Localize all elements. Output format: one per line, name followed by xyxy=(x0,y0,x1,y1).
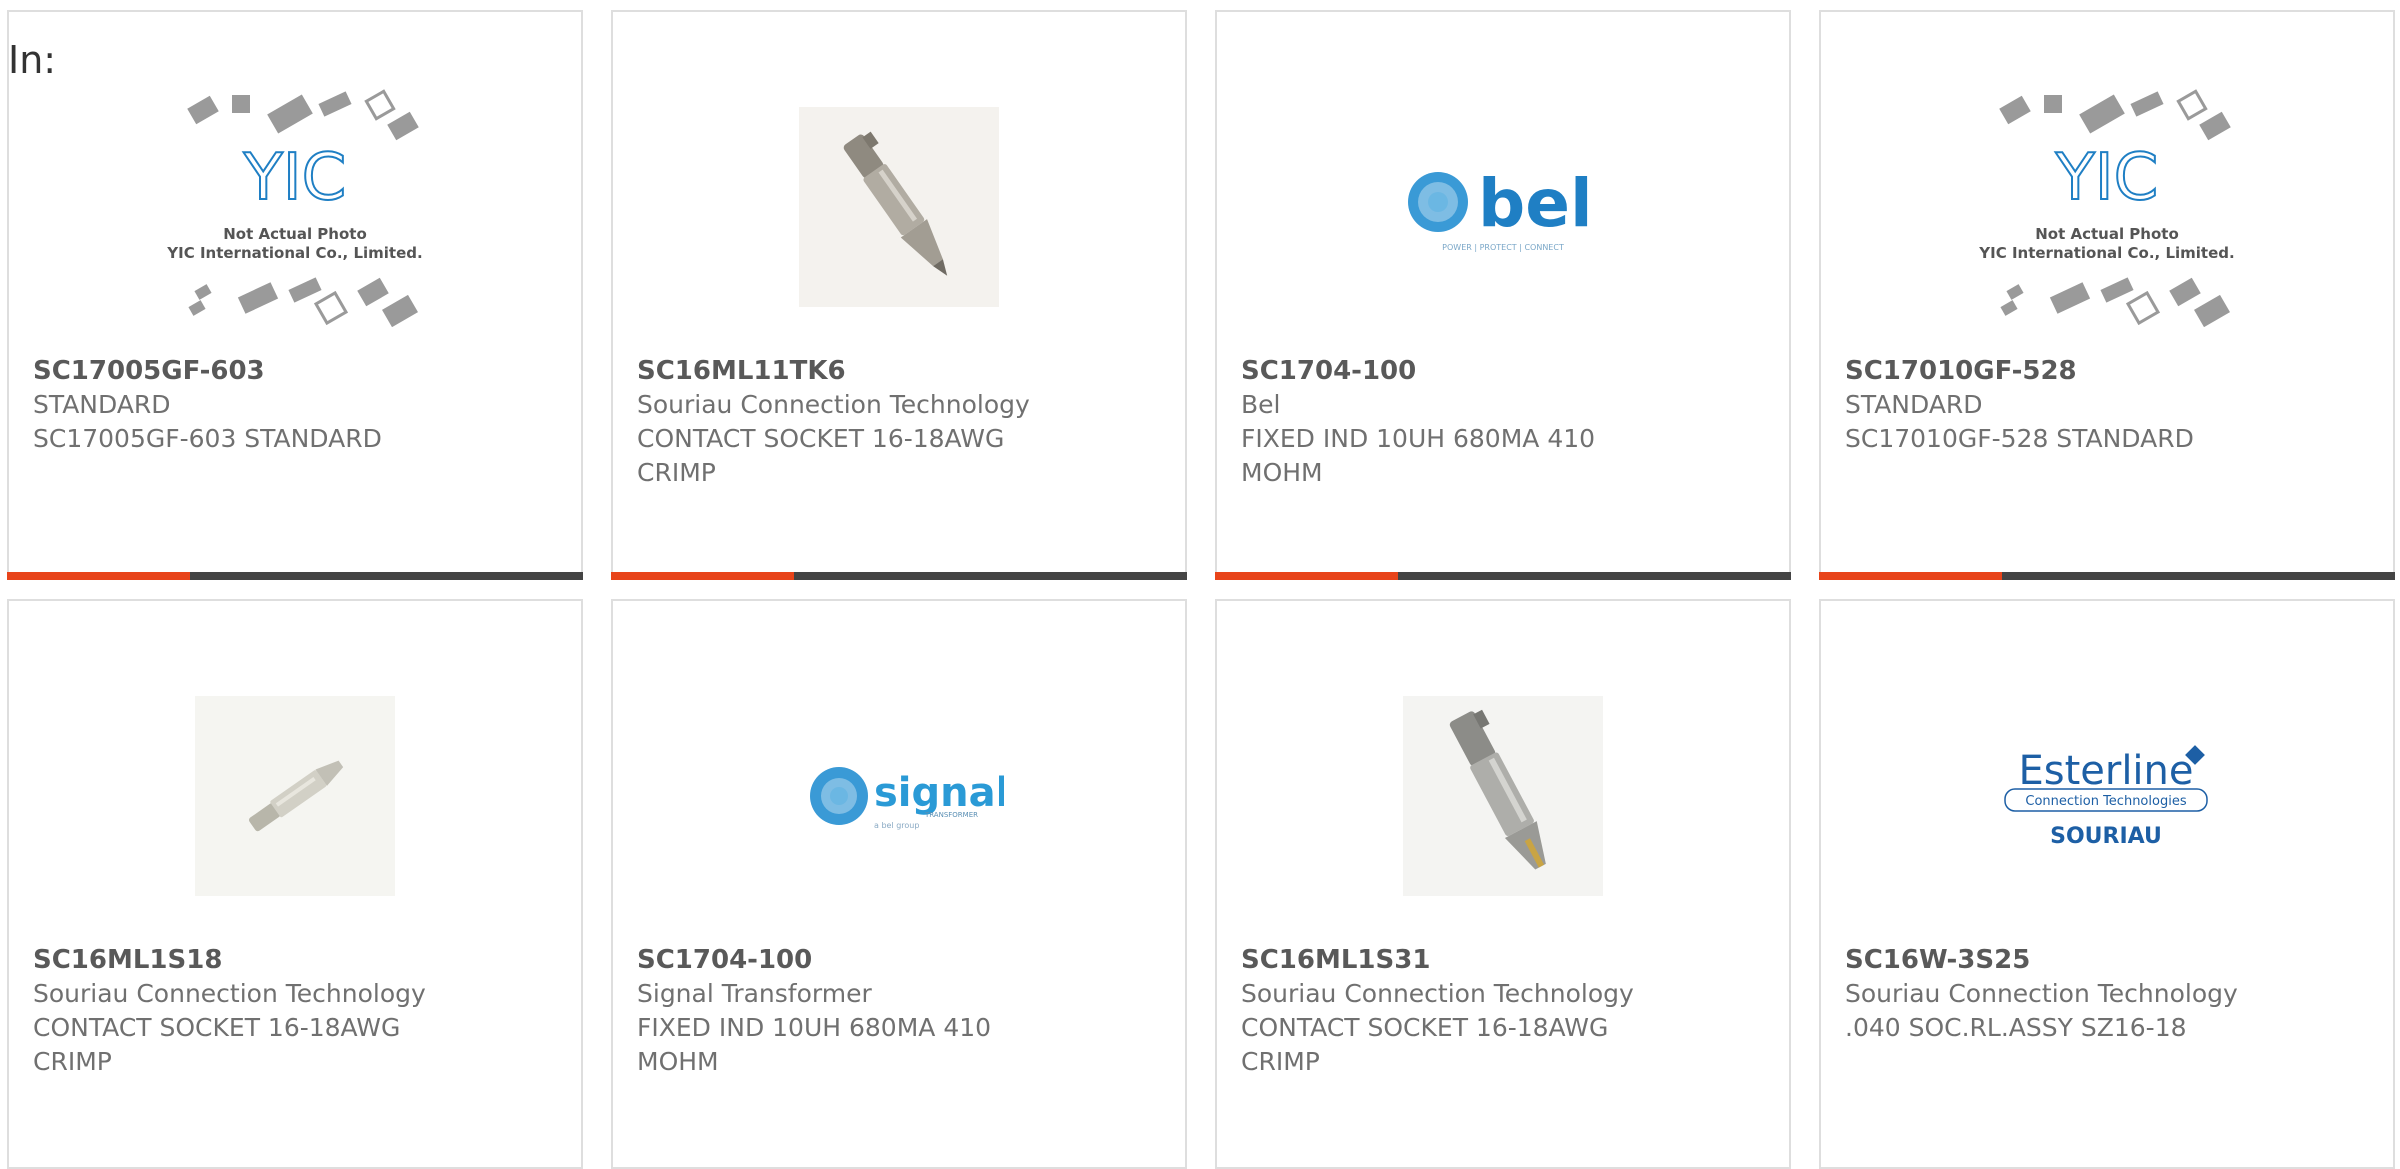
manufacturer: Souriau Connection Technology xyxy=(33,979,426,1008)
svg-text:YIC: YIC xyxy=(2055,141,2159,215)
part-number[interactable]: SC1704-100 xyxy=(637,943,1161,977)
description: SC17010GF-528 STANDARD xyxy=(1845,424,2194,453)
product-image[interactable] xyxy=(1217,661,1789,931)
description: CONTACT SOCKET 16-18AWG CRIMP xyxy=(1241,1013,1609,1076)
card-bottom-bar xyxy=(1215,572,1791,580)
product-card[interactable]: SC16ML11TK6 Souriau Connection Technolog… xyxy=(611,10,1187,580)
svg-text:bel: bel xyxy=(1478,165,1593,242)
card-bottom-bar xyxy=(1819,572,2395,580)
manufacturer: Souriau Connection Technology xyxy=(1241,979,1634,1008)
description: .040 SOC.RL.ASSY SZ16-18 xyxy=(1845,1013,2187,1042)
description: FIXED IND 10UH 680MA 410 MOHM xyxy=(1241,424,1596,487)
part-number[interactable]: SC16W-3S25 xyxy=(1845,943,2369,977)
bel-logo: bel POWER | PROTECT | CONNECT xyxy=(1408,165,1593,252)
svg-text:a bel group: a bel group xyxy=(874,821,919,830)
manufacturer: Bel xyxy=(1241,390,1281,419)
product-card[interactable]: YIC Not Actual Photo YIC International C… xyxy=(1819,10,2395,580)
crimp-contact-photo xyxy=(799,107,999,307)
svg-text:Not Actual Photo: Not Actual Photo xyxy=(223,225,367,243)
product-card[interactable]: Esterline Connection Technologies SOURIA… xyxy=(1819,599,2395,1169)
product-image[interactable]: Esterline Connection Technologies SOURIA… xyxy=(1821,661,2393,931)
svg-text:SOURIAU: SOURIAU xyxy=(2050,824,2162,849)
product-image[interactable]: YIC Not Actual Photo YIC International C… xyxy=(9,72,581,342)
product-image[interactable]: YIC Not Actual Photo YIC International C… xyxy=(1821,72,2393,342)
svg-text:Not Actual Photo: Not Actual Photo xyxy=(2035,225,2179,243)
esterline-logo: Esterline Connection Technologies SOURIA… xyxy=(2004,745,2208,849)
svg-text:YIC International Co., Limited: YIC International Co., Limited. xyxy=(1978,244,2234,262)
svg-text:YIC International Co., Limited: YIC International Co., Limited. xyxy=(166,244,422,262)
product-card[interactable]: SC16ML1S18 Souriau Connection Technology… xyxy=(7,599,583,1169)
svg-text:Connection Technologies: Connection Technologies xyxy=(2025,794,2186,809)
product-card[interactable]: bel POWER | PROTECT | CONNECT SC1704-100… xyxy=(1215,10,1791,580)
small-contact-photo xyxy=(195,696,395,896)
card-bottom-bar xyxy=(611,572,1187,580)
manufacturer: Souriau Connection Technology xyxy=(637,390,1030,419)
svg-text:TRANSFORMER: TRANSFORMER xyxy=(924,811,978,819)
part-number[interactable]: SC16ML1S18 xyxy=(33,943,557,977)
manufacturer: STANDARD xyxy=(1845,390,1983,419)
part-number[interactable]: SC17005GF-603 xyxy=(33,354,557,388)
svg-text:YIC: YIC xyxy=(243,141,347,215)
product-card[interactable]: YIC Not Actual Photo YIC International C… xyxy=(7,10,583,580)
product-card[interactable]: SC16ML1S31 Souriau Connection Technology… xyxy=(1215,599,1791,1169)
signal-logo: signal TRANSFORMER a bel group xyxy=(810,767,1004,830)
yic-placeholder-image: YIC Not Actual Photo YIC International C… xyxy=(1978,89,2235,327)
svg-text:signal: signal xyxy=(874,770,1004,816)
manufacturer: Souriau Connection Technology xyxy=(1845,979,2238,1008)
description: FIXED IND 10UH 680MA 410 MOHM xyxy=(637,1013,992,1076)
product-card[interactable]: signal TRANSFORMER a bel group SC1704-10… xyxy=(611,599,1187,1169)
card-bottom-bar xyxy=(7,572,583,580)
product-image[interactable] xyxy=(9,661,581,931)
product-image[interactable] xyxy=(613,72,1185,342)
description: SC17005GF-603 STANDARD xyxy=(33,424,382,453)
product-image[interactable]: signal TRANSFORMER a bel group xyxy=(613,661,1185,931)
svg-text:POWER | PROTECT | CONNECT: POWER | PROTECT | CONNECT xyxy=(1442,243,1564,252)
part-number[interactable]: SC1704-100 xyxy=(1241,354,1765,388)
product-image[interactable]: bel POWER | PROTECT | CONNECT xyxy=(1217,72,1789,342)
svg-text:Esterline: Esterline xyxy=(2018,748,2193,794)
part-number[interactable]: SC16ML11TK6 xyxy=(637,354,1161,388)
description: CONTACT SOCKET 16-18AWG CRIMP xyxy=(33,1013,401,1076)
in-label: In: xyxy=(8,38,57,82)
part-number[interactable]: SC17010GF-528 xyxy=(1845,354,2369,388)
part-number[interactable]: SC16ML1S31 xyxy=(1241,943,1765,977)
manufacturer: Signal Transformer xyxy=(637,979,872,1008)
description: CONTACT SOCKET 16-18AWG CRIMP xyxy=(637,424,1005,487)
yic-placeholder-image: YIC Not Actual Photo YIC International C… xyxy=(166,89,423,327)
crimp-contact-photo xyxy=(1403,696,1603,896)
manufacturer: STANDARD xyxy=(33,390,171,419)
